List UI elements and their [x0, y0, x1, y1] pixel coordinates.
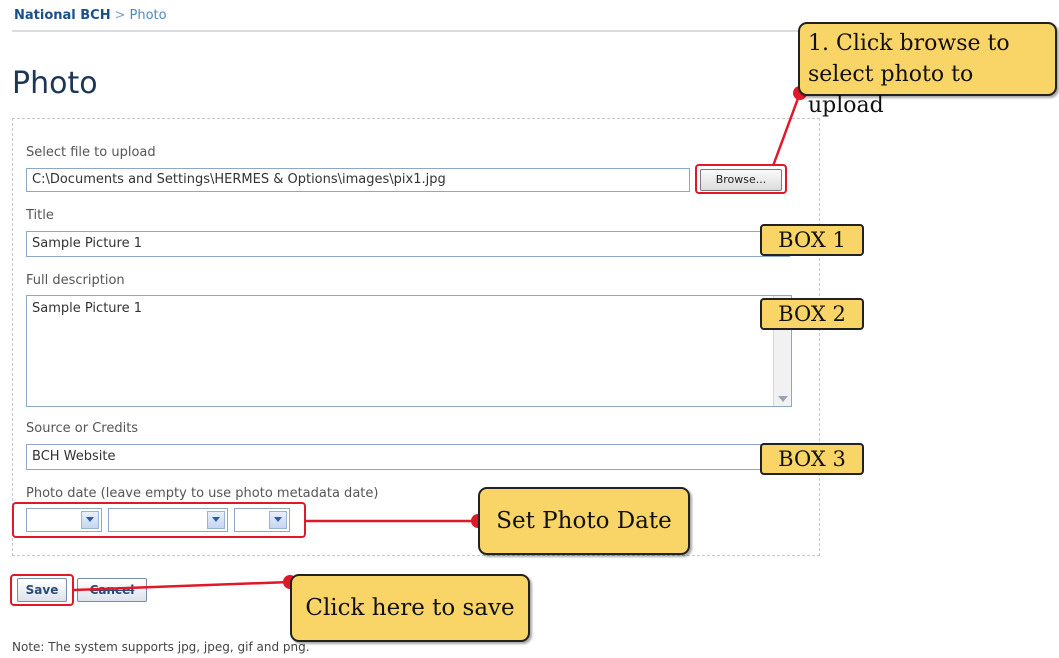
box-2-tag: BOX 2 — [760, 298, 864, 330]
save-instruction-callout: Click here to save — [290, 574, 530, 642]
box-1-tag: BOX 1 — [760, 224, 864, 256]
save-connector-line — [73, 580, 291, 592]
date-instruction-callout: Set Photo Date — [478, 487, 690, 555]
browse-connector-line — [771, 92, 802, 167]
browse-callout-line-2: select photo to upload — [808, 62, 974, 118]
browse-callout-line-1: 1. Click browse to — [808, 31, 1010, 56]
browse-instruction-callout: 1. Click browse to select photo to uploa… — [798, 22, 1057, 118]
box-3-tag: BOX 3 — [760, 443, 864, 475]
